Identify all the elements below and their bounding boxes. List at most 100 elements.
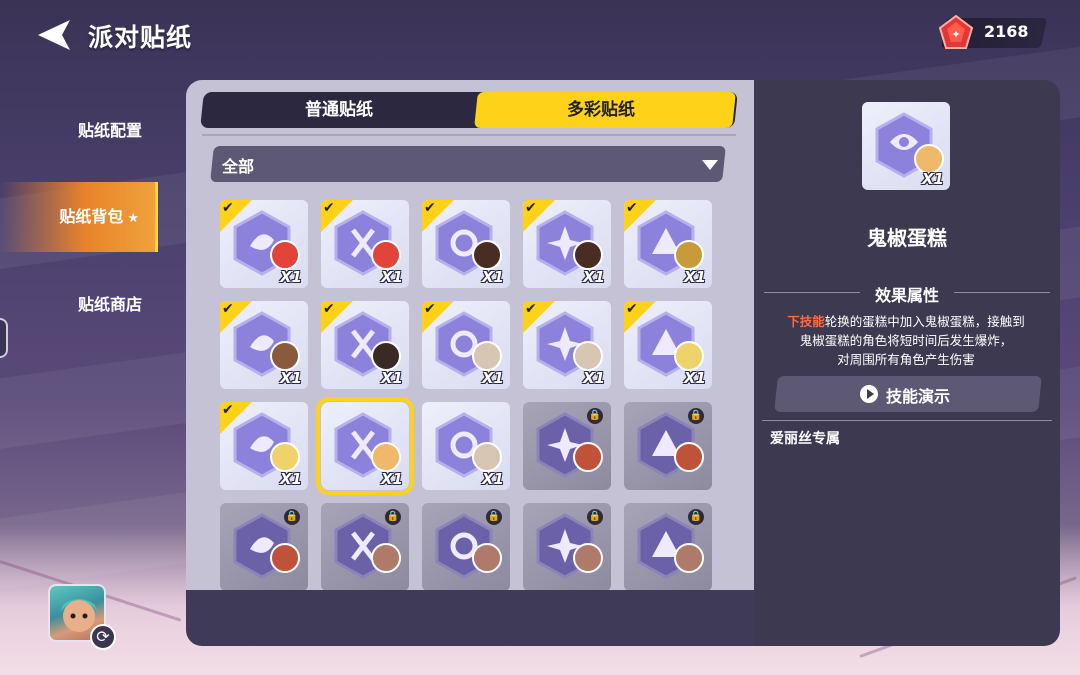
check-icon: ✔ <box>626 301 638 317</box>
sticker-card[interactable]: ✔ X1 <box>523 301 611 389</box>
exclusive-label: 爱丽丝专属 <box>770 431 840 447</box>
sticker-count: X1 <box>683 369 706 387</box>
sticker-panel: 普通贴纸 多彩贴纸 全部 ✔ X1 ✔ X1 ✔ X1 ✔ X1 ✔ X1 ✔ X1 ✔ X1 ✔ X1 ✔ X1… <box>186 80 754 646</box>
sticker-count: X1 <box>380 369 403 387</box>
character-portrait <box>371 543 401 573</box>
character-portrait <box>371 240 401 270</box>
character-portrait <box>472 442 502 472</box>
tab-divider <box>202 134 736 136</box>
sticker-card[interactable]: ✔ X1 <box>422 200 510 288</box>
sticker-card[interactable]: X1 <box>316 397 414 495</box>
sticker-card[interactable]: 🔒 <box>220 503 308 591</box>
sticker-card[interactable]: ✔ X1 <box>321 301 409 389</box>
sticker-card[interactable]: ✔ X1 <box>422 301 510 389</box>
star-icon: ★ <box>127 211 139 226</box>
red-gem-icon: ✦ <box>938 14 974 49</box>
character-portrait <box>573 341 603 371</box>
filter-dropdown[interactable] <box>210 146 726 182</box>
check-icon: ✔ <box>424 301 436 317</box>
character-portrait <box>472 543 502 573</box>
character-portrait <box>674 442 704 472</box>
nav-sticker-bag[interactable]: 贴纸背包 ★ <box>0 182 158 252</box>
divider <box>762 420 1052 421</box>
refresh-icon[interactable]: ⟳ <box>90 624 116 650</box>
sticker-count: X1 <box>380 268 403 286</box>
lock-icon: 🔒 <box>688 408 704 424</box>
sticker-card[interactable]: 🔒 <box>422 503 510 591</box>
chevron-down-icon[interactable] <box>702 160 718 170</box>
sticker-count: X1 <box>582 369 605 387</box>
nav-label: 贴纸背包 <box>59 207 124 226</box>
character-portrait <box>674 543 704 573</box>
sticker-card[interactable]: ✔ X1 <box>220 402 308 490</box>
character-portrait <box>371 442 401 472</box>
check-icon: ✔ <box>222 402 234 418</box>
character-portrait <box>371 341 401 371</box>
lock-icon: 🔒 <box>284 509 300 525</box>
sticker-card[interactable]: ✔ X1 <box>523 200 611 288</box>
skill-demo-label[interactable]: 技能演示 <box>886 383 950 407</box>
sticker-count: X1 <box>481 268 504 286</box>
sticker-count: X1 <box>481 369 504 387</box>
sticker-card[interactable]: ✔ X1 <box>220 301 308 389</box>
sticker-card[interactable]: ✔ X1 <box>220 200 308 288</box>
lock-icon: 🔒 <box>688 509 704 525</box>
svg-text:✦: ✦ <box>951 28 960 41</box>
check-icon: ✔ <box>323 200 335 216</box>
side-expand-handle[interactable] <box>0 318 8 358</box>
sticker-card[interactable]: 🔒 <box>523 402 611 490</box>
sticker-card[interactable]: ✔ X1 <box>624 301 712 389</box>
currency-value: 2168 <box>984 22 1029 41</box>
lock-icon: 🔒 <box>486 509 502 525</box>
sticker-count: X1 <box>279 268 302 286</box>
character-portrait <box>270 543 300 573</box>
sticker-card[interactable]: ✔ X1 <box>321 200 409 288</box>
back-arrow-icon[interactable] <box>36 18 76 52</box>
tab-normal-stickers[interactable]: 普通贴纸 <box>214 90 464 130</box>
sticker-card[interactable]: X1 <box>422 402 510 490</box>
tab-colorful-stickers[interactable]: 多彩贴纸 <box>476 90 726 130</box>
lock-icon: 🔒 <box>385 509 401 525</box>
sticker-count: X1 <box>380 470 403 488</box>
sticker-count: X1 <box>921 170 944 188</box>
character-portrait <box>472 341 502 371</box>
sticker-count: X1 <box>279 369 302 387</box>
sticker-card[interactable]: 🔒 <box>624 503 712 591</box>
character-portrait <box>270 341 300 371</box>
sticker-card[interactable]: ✔ X1 <box>624 200 712 288</box>
nav-sticker-config[interactable]: 贴纸配置 <box>0 109 158 153</box>
page-title: 派对贴纸 <box>88 23 193 52</box>
check-icon: ✔ <box>323 301 335 317</box>
play-icon[interactable] <box>860 385 878 403</box>
check-icon: ✔ <box>424 200 436 216</box>
character-portrait <box>472 240 502 270</box>
character-portrait <box>573 442 603 472</box>
sticker-count: X1 <box>683 268 706 286</box>
character-portrait <box>270 442 300 472</box>
sticker-count: X1 <box>279 470 302 488</box>
character-portrait <box>573 543 603 573</box>
nav-label: 贴纸商店 <box>77 295 142 314</box>
sticker-count: X1 <box>481 470 504 488</box>
check-icon: ✔ <box>626 200 638 216</box>
sticker-card[interactable]: 🔒 <box>624 402 712 490</box>
skill-tag: 下技能 <box>787 314 825 329</box>
nav-label: 贴纸配置 <box>77 121 142 140</box>
character-portrait <box>270 240 300 270</box>
sticker-card[interactable]: 🔒 <box>321 503 409 591</box>
check-icon: ✔ <box>525 200 537 216</box>
lock-icon: 🔒 <box>587 509 603 525</box>
effect-description: 下技能轮换的蛋糕中加入鬼椒蛋糕，接触到 鬼椒蛋糕的角色将短时间后发生爆炸， 对周… <box>787 314 1025 367</box>
sticker-name: 鬼椒蛋糕 <box>867 226 947 250</box>
lock-icon: 🔒 <box>587 408 603 424</box>
panel-footer <box>186 590 754 646</box>
sticker-count: X1 <box>582 268 605 286</box>
effect-section-title: 效果属性 <box>874 286 939 305</box>
check-icon: ✔ <box>525 301 537 317</box>
check-icon: ✔ <box>222 200 234 216</box>
nav-sticker-shop[interactable]: 贴纸商店 <box>0 283 158 327</box>
sticker-card[interactable]: 🔒 <box>523 503 611 591</box>
character-portrait <box>674 341 704 371</box>
character-portrait <box>674 240 704 270</box>
check-icon: ✔ <box>222 301 234 317</box>
